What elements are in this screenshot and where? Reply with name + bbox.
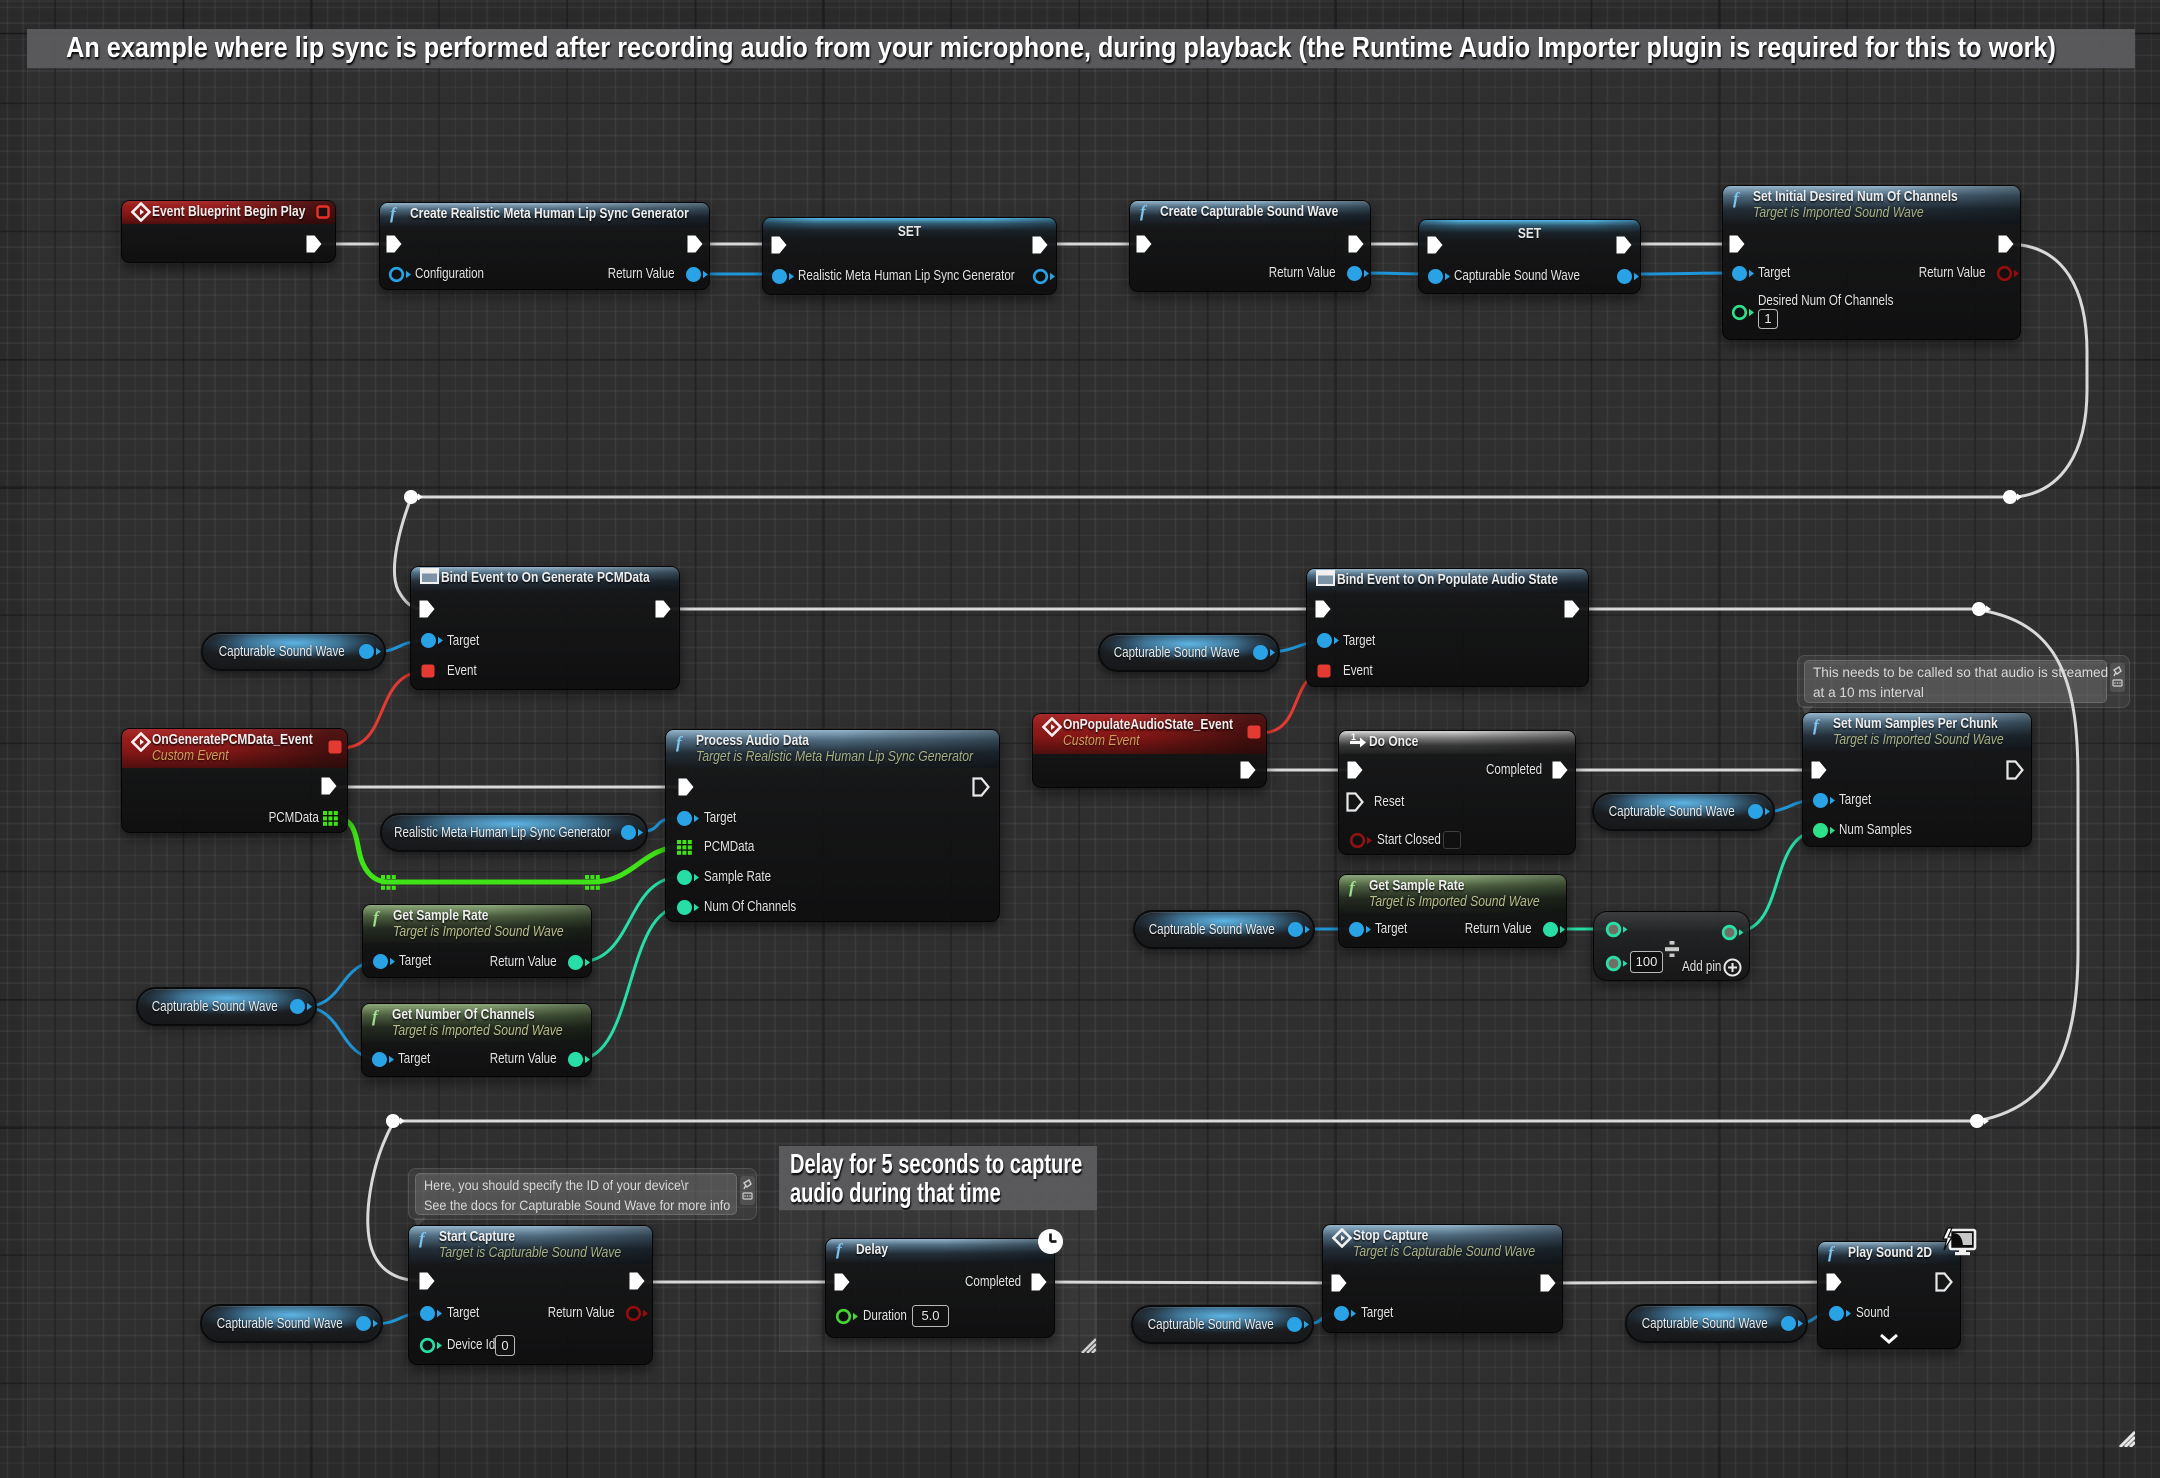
svg-text:f: f — [390, 204, 398, 223]
svg-text:f: f — [372, 1007, 380, 1026]
svg-text:f: f — [676, 733, 684, 752]
svg-text:f: f — [1813, 716, 1821, 735]
svg-text:f: f — [419, 1229, 427, 1248]
svg-text:f: f — [373, 908, 381, 927]
svg-text:1: 1 — [1351, 732, 1356, 742]
svg-text:f: f — [1733, 189, 1741, 208]
svg-text:f: f — [1349, 878, 1357, 897]
svg-text:f: f — [1828, 1243, 1836, 1262]
svg-text:f: f — [1140, 202, 1148, 221]
svg-text:f: f — [836, 1240, 844, 1259]
